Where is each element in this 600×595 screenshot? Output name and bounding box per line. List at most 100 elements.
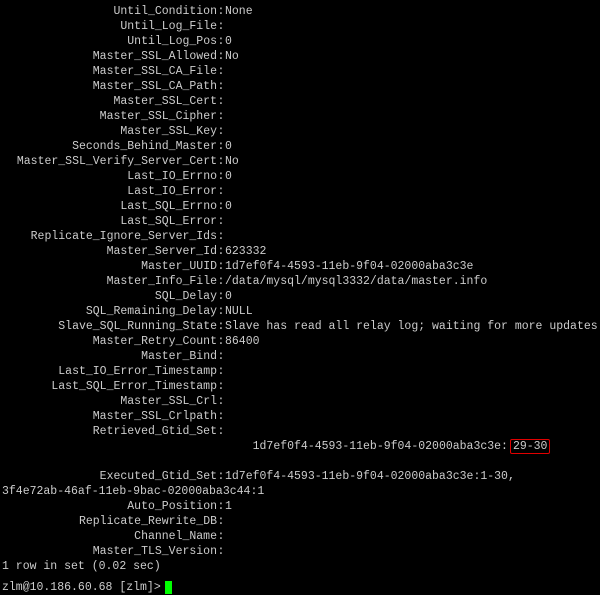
field-value: None — [225, 4, 598, 19]
status-row: Slave_SQL_Running_State:Slave has read a… — [2, 319, 598, 334]
field-value — [225, 544, 598, 559]
separator: : — [217, 364, 225, 379]
field-value — [225, 229, 598, 244]
status-row: Master_SSL_Crl: — [2, 394, 598, 409]
field-value: No — [225, 49, 598, 64]
status-row: Master_Bind: — [2, 349, 598, 364]
separator: : — [217, 124, 225, 139]
field-label: Last_SQL_Error_Timestamp — [2, 379, 217, 394]
field-value — [225, 19, 598, 34]
separator: : — [217, 64, 225, 79]
status-row: SQL_Delay:0 — [2, 289, 598, 304]
separator: : — [217, 424, 225, 469]
field-label: SQL_Delay — [2, 289, 217, 304]
status-row: Master_TLS_Version: — [2, 544, 598, 559]
field-value — [225, 109, 598, 124]
field-label: Retrieved_Gtid_Set — [2, 424, 217, 469]
separator: : — [217, 289, 225, 304]
separator: : — [217, 529, 225, 544]
field-label: Master_Retry_Count — [2, 334, 217, 349]
separator: : — [217, 274, 225, 289]
status-row: Master_SSL_Crlpath: — [2, 409, 598, 424]
separator: : — [217, 259, 225, 274]
field-label: Master_SSL_Verify_Server_Cert — [2, 154, 217, 169]
status-row: Master_SSL_Cert: — [2, 94, 598, 109]
status-row: Last_SQL_Error: — [2, 214, 598, 229]
field-value: 1d7ef0f4-4593-11eb-9f04-02000aba3c3e:1-3… — [225, 469, 598, 484]
field-label: Until_Log_File — [2, 19, 217, 34]
separator: : — [217, 19, 225, 34]
separator: : — [217, 409, 225, 424]
status-row: Master_UUID:1d7ef0f4-4593-11eb-9f04-0200… — [2, 259, 598, 274]
field-value — [225, 409, 598, 424]
status-row: Last_SQL_Errno:0 — [2, 199, 598, 214]
separator: : — [217, 499, 225, 514]
separator: : — [217, 199, 225, 214]
separator: : — [217, 34, 225, 49]
field-value — [225, 529, 598, 544]
status-row: Auto_Position:1 — [2, 499, 598, 514]
field-label: Master_SSL_Crlpath — [2, 409, 217, 424]
field-label: Master_SSL_Cert — [2, 94, 217, 109]
field-value: /data/mysql/mysql3332/data/master.info — [225, 274, 598, 289]
separator: : — [217, 94, 225, 109]
field-label: Master_SSL_Crl — [2, 394, 217, 409]
status-row: Until_Log_Pos:0 — [2, 34, 598, 49]
field-label: Master_Info_File — [2, 274, 217, 289]
field-value — [225, 394, 598, 409]
status-row: Master_SSL_Allowed:No — [2, 49, 598, 64]
field-value: No — [225, 154, 598, 169]
field-label: Master_SSL_CA_Path — [2, 79, 217, 94]
separator: : — [217, 229, 225, 244]
field-label: Last_IO_Error_Timestamp — [2, 364, 217, 379]
cursor — [165, 581, 172, 594]
separator: : — [217, 514, 225, 529]
status-row: Last_IO_Errno:0 — [2, 169, 598, 184]
status-row: Master_SSL_Cipher: — [2, 109, 598, 124]
field-label: Replicate_Ignore_Server_Ids — [2, 229, 217, 244]
field-value — [225, 184, 598, 199]
field-label: Last_IO_Error — [2, 184, 217, 199]
separator: : — [217, 544, 225, 559]
field-label: Master_UUID — [2, 259, 217, 274]
status-row: Master_Server_Id:623332 — [2, 244, 598, 259]
field-value — [225, 94, 598, 109]
field-value: 1d7ef0f4-4593-11eb-9f04-02000aba3c3e — [225, 259, 598, 274]
separator: : — [217, 379, 225, 394]
status-row: Until_Log_File: — [2, 19, 598, 34]
field-value: 0 — [225, 289, 598, 304]
field-label: Slave_SQL_Running_State — [2, 319, 217, 334]
field-label: Executed_Gtid_Set — [2, 469, 217, 484]
status-row: Until_Condition:None — [2, 4, 598, 19]
field-value — [225, 379, 598, 394]
separator: : — [217, 334, 225, 349]
field-value: 0 — [225, 34, 598, 49]
field-value — [225, 514, 598, 529]
separator: : — [217, 109, 225, 124]
gtid-line2: 3f4e72ab-46af-11eb-9bac-02000aba3c44:1 — [2, 484, 598, 499]
field-label: Last_SQL_Errno — [2, 199, 217, 214]
field-label: Master_Server_Id — [2, 244, 217, 259]
status-rows-2: Auto_Position:1Replicate_Rewrite_DB:Chan… — [2, 499, 598, 559]
status-row: Replicate_Rewrite_DB: — [2, 514, 598, 529]
highlight-box: 29-30 — [510, 439, 551, 454]
separator: : — [217, 469, 225, 484]
status-row: Last_IO_Error: — [2, 184, 598, 199]
separator: : — [217, 154, 225, 169]
field-label: Master_Bind — [2, 349, 217, 364]
status-row: SQL_Remaining_Delay:NULL — [2, 304, 598, 319]
shell-prompt-line[interactable]: zlm@10.186.60.68 [zlm]> — [2, 580, 598, 595]
field-value: Slave has read all relay log; waiting fo… — [225, 319, 598, 334]
field-value — [225, 79, 598, 94]
separator: : — [217, 319, 225, 334]
field-label: Last_IO_Errno — [2, 169, 217, 184]
separator: : — [217, 304, 225, 319]
field-label: Until_Condition — [2, 4, 217, 19]
field-value — [225, 64, 598, 79]
executed-gtid-row: Executed_Gtid_Set : 1d7ef0f4-4593-11eb-9… — [2, 469, 598, 484]
field-label: Master_SSL_CA_File — [2, 64, 217, 79]
field-label: Seconds_Behind_Master — [2, 139, 217, 154]
separator: : — [217, 349, 225, 364]
status-row: Master_SSL_Verify_Server_Cert:No — [2, 154, 598, 169]
field-value: NULL — [225, 304, 598, 319]
